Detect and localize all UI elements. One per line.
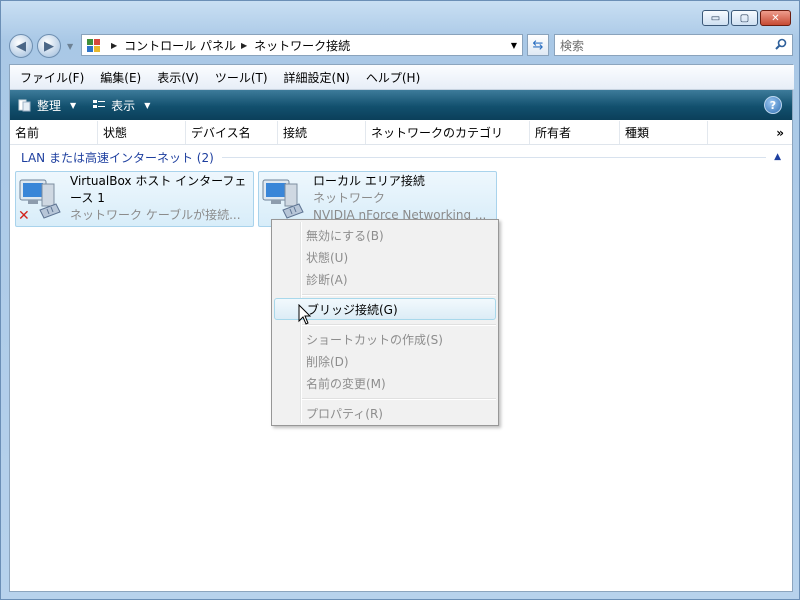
search-icon[interactable] bbox=[775, 38, 787, 53]
column-headers: 名前 状態 デバイス名 接続 ネットワークのカテゴリ 所有者 種類 » bbox=[10, 121, 792, 145]
context-menu-separator bbox=[302, 294, 496, 296]
search-input[interactable]: 検索 bbox=[554, 34, 793, 56]
control-panel-icon bbox=[86, 37, 102, 53]
context-menu-separator bbox=[302, 324, 496, 326]
chevron-down-icon: ▼ bbox=[144, 100, 151, 110]
context-menu-separator bbox=[302, 398, 496, 400]
connection-text: VirtualBox ホスト インターフェ ース 1 ネットワーク ケーブルが接… bbox=[70, 173, 249, 224]
connection-name: ローカル エリア接続 bbox=[313, 174, 425, 188]
network-adapter-icon bbox=[261, 176, 307, 222]
close-button[interactable]: ✕ bbox=[760, 10, 791, 26]
address-bar[interactable]: ▶ コントロール パネル ▶ ネットワーク接続 ▼ bbox=[81, 34, 523, 56]
breadcrumb-separator-icon[interactable]: ▶ bbox=[241, 41, 247, 50]
group-header-lan[interactable]: LAN または高速インターネット (2) ▲ bbox=[21, 149, 781, 165]
refresh-button[interactable]: ⇆ bbox=[527, 34, 549, 56]
menu-help[interactable]: ヘルプ(H) bbox=[358, 69, 428, 86]
group-title: LAN または高速インターネット (2) bbox=[21, 150, 214, 165]
menu-tools[interactable]: ツール(T) bbox=[207, 69, 276, 86]
refresh-icon: ⇆ bbox=[532, 37, 544, 53]
recent-pages-dropdown-icon[interactable]: ▼ bbox=[67, 42, 73, 51]
ctx-create-shortcut[interactable]: ショートカットの作成(S) bbox=[274, 328, 496, 350]
navigation-bar: ◀ ▶ ▼ ▶ コントロール パネル ▶ ネットワーク接続 ▼ ⇆ 検索 bbox=[9, 33, 793, 59]
column-header-type[interactable]: 種類 bbox=[620, 121, 708, 144]
back-arrow-icon: ◀ bbox=[16, 38, 26, 54]
ctx-rename[interactable]: 名前の変更(M) bbox=[274, 372, 496, 394]
column-header-network-category[interactable]: ネットワークのカテゴリ bbox=[366, 121, 530, 144]
column-header-device-name[interactable]: デバイス名 bbox=[186, 121, 278, 144]
address-dropdown-icon[interactable]: ▼ bbox=[506, 41, 522, 50]
more-columns-icon[interactable]: » bbox=[776, 126, 784, 140]
caption-buttons: ▭ ▢ ✕ bbox=[702, 10, 791, 26]
menu-advanced[interactable]: 詳細設定(N) bbox=[276, 69, 358, 86]
connection-status: ネットワーク bbox=[313, 191, 386, 205]
group-divider bbox=[221, 156, 767, 158]
column-header-name[interactable]: 名前 bbox=[10, 121, 98, 144]
menu-edit[interactable]: 編集(E) bbox=[92, 69, 149, 86]
connection-text: ローカル エリア接続 ネットワーク NVIDIA nForce Networki… bbox=[313, 173, 492, 224]
breadcrumb: ▶ コントロール パネル ▶ ネットワーク接続 bbox=[106, 37, 350, 54]
menu-bar: ファイル(F) 編集(E) 表示(V) ツール(T) 詳細設定(N) ヘルプ(H… bbox=[10, 65, 794, 90]
ctx-disable[interactable]: 無効にする(B) bbox=[274, 224, 496, 246]
explorer-window: ▭ ▢ ✕ ◀ ▶ ▼ ▶ コントロール パネル ▶ ネットワーク接続 ▼ ⇆ … bbox=[0, 0, 800, 600]
view-icon bbox=[92, 98, 106, 112]
connection-name: VirtualBox ホスト インターフェ bbox=[70, 174, 247, 188]
ctx-properties[interactable]: プロパティ(R) bbox=[274, 402, 496, 424]
organize-button[interactable]: 整理 ▼ bbox=[10, 97, 84, 114]
mouse-pointer-icon bbox=[298, 303, 312, 326]
breadcrumb-network-connections[interactable]: ネットワーク接続 bbox=[254, 37, 350, 54]
column-header-owner[interactable]: 所有者 bbox=[530, 121, 620, 144]
breadcrumb-separator-icon[interactable]: ▶ bbox=[111, 41, 117, 50]
organize-label: 整理 bbox=[37, 98, 62, 113]
forward-button[interactable]: ▶ bbox=[37, 34, 61, 58]
search-placeholder: 検索 bbox=[560, 38, 585, 53]
ctx-status[interactable]: 状態(U) bbox=[274, 246, 496, 268]
maximize-button[interactable]: ▢ bbox=[731, 10, 758, 26]
ctx-diagnose[interactable]: 診断(A) bbox=[274, 268, 496, 290]
help-button[interactable]: ? bbox=[764, 96, 782, 114]
column-header-status[interactable]: 状態 bbox=[98, 121, 186, 144]
back-button[interactable]: ◀ bbox=[9, 34, 33, 58]
ctx-delete[interactable]: 削除(D) bbox=[274, 350, 496, 372]
menu-view[interactable]: 表示(V) bbox=[149, 69, 207, 86]
breadcrumb-control-panel[interactable]: コントロール パネル bbox=[124, 37, 236, 54]
column-header-connection[interactable]: 接続 bbox=[278, 121, 366, 144]
chevron-down-icon: ▼ bbox=[70, 100, 77, 110]
view-label: 表示 bbox=[111, 98, 136, 113]
forward-arrow-icon: ▶ bbox=[44, 38, 54, 54]
disconnected-x-icon: ✕ bbox=[18, 208, 30, 224]
connection-item-virtualbox[interactable]: ✕ VirtualBox ホスト インターフェ ース 1 ネットワーク ケーブル… bbox=[15, 171, 254, 227]
collapse-group-icon[interactable]: ▲ bbox=[774, 152, 781, 162]
command-bar: 整理 ▼ 表示 ▼ ? bbox=[10, 90, 792, 120]
minimize-button[interactable]: ▭ bbox=[702, 10, 729, 26]
view-button[interactable]: 表示 ▼ bbox=[84, 97, 158, 114]
connection-name-cont: ース 1 bbox=[70, 191, 105, 205]
organize-icon bbox=[18, 98, 32, 112]
connection-status: ネットワーク ケーブルが接続... bbox=[70, 208, 241, 222]
menu-file[interactable]: ファイル(F) bbox=[12, 69, 92, 86]
